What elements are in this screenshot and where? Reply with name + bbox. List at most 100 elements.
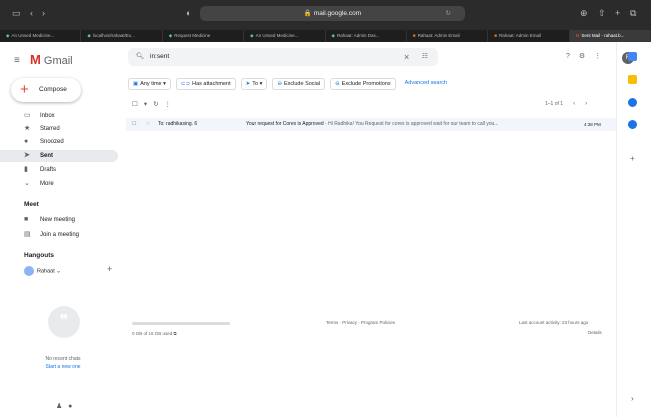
- browser-tab[interactable]: ■ Rahaat: Admin Email: [407, 30, 489, 42]
- add-chat-icon[interactable]: +: [107, 264, 112, 274]
- join-meeting-link[interactable]: ▤ Join a meeting: [0, 229, 118, 241]
- draft-icon: ▮: [24, 166, 28, 173]
- star-icon[interactable]: ☆: [146, 118, 150, 131]
- search-chips: ▣ Any time ▾ ⊂⊃ Has attachment ➤ To ▾ ⊖ Excl…: [128, 78, 456, 92]
- address-bar[interactable]: 🔒 mail.google.com ↻: [200, 6, 465, 21]
- email-subject: Your request for Corex is Approved: [246, 121, 324, 127]
- back-icon[interactable]: ‹: [30, 8, 33, 18]
- keep-app-icon[interactable]: [628, 75, 637, 84]
- favicon-icon: ■: [494, 33, 497, 38]
- next-page-icon[interactable]: ›: [585, 101, 587, 107]
- browser-tab[interactable]: ◆ An Unsed Medicine...: [244, 30, 326, 42]
- share-icon[interactable]: ⇧: [598, 8, 606, 19]
- email-time: 4:38 PM: [584, 122, 601, 127]
- keyboard-icon: ▤: [24, 231, 31, 238]
- start-chat-link[interactable]: Start a new one: [0, 364, 126, 370]
- sidebar-item-inbox[interactable]: ▭ Inbox: [0, 110, 118, 122]
- exclude-promotions-chip[interactable]: ⊖ Exclude Promotions: [330, 78, 396, 90]
- meet-heading: Meet: [24, 201, 39, 208]
- policy-links[interactable]: Terms · Privacy · Program Policies: [326, 320, 395, 325]
- forward-icon[interactable]: ›: [42, 8, 45, 18]
- main-menu-icon[interactable]: ≡: [14, 55, 20, 66]
- select-all-checkbox[interactable]: ☐▾: [132, 101, 153, 108]
- gmail-logo[interactable]: M Gmail: [30, 52, 73, 67]
- plus-icon: +: [20, 81, 29, 98]
- person-icon[interactable]: ♟: [56, 403, 62, 410]
- browser-tab[interactable]: ■ Rahaat: Admin Email: [488, 30, 570, 42]
- compose-button[interactable]: + Compose: [11, 78, 81, 102]
- browser-tab[interactable]: ◆ An Unsed Medicine...: [0, 30, 82, 42]
- favicon-icon: ◆: [87, 33, 91, 38]
- page-range: 1–1 of 1: [545, 101, 564, 107]
- advanced-search-link[interactable]: Advanced search: [401, 78, 452, 90]
- privacy-shield-icon[interactable]: ◐: [186, 8, 191, 18]
- gmail-m-icon: M: [30, 52, 41, 67]
- calendar-icon: ▣: [133, 81, 139, 87]
- star-icon: ★: [24, 125, 31, 132]
- favicon-icon: ■: [412, 33, 416, 38]
- to-chip[interactable]: ➤ To ▾: [240, 78, 268, 90]
- new-meeting-link[interactable]: ■ New meeting: [0, 214, 118, 226]
- storage-usage: 0 GB of 15 GB used ⧉: [132, 331, 177, 336]
- browser-tab[interactable]: ◆ Request Medicine: [163, 30, 245, 42]
- reload-icon[interactable]: ↻: [446, 6, 451, 21]
- settings-gear-icon[interactable]: ⚙: [579, 53, 594, 60]
- email-recipient: To: radhikasing. 6: [158, 121, 198, 127]
- favicon-icon: ◆: [250, 33, 254, 38]
- help-icon[interactable]: ?: [566, 53, 579, 60]
- prev-page-icon[interactable]: ‹: [573, 101, 575, 107]
- sidebar-toggle-icon[interactable]: ▭: [12, 8, 21, 19]
- minus-circle-icon: ⊖: [277, 81, 282, 87]
- chevron-down-icon: ⌄: [24, 180, 30, 187]
- hangouts-user[interactable]: Rahaat ⌄: [24, 266, 61, 276]
- favicon-icon: ◆: [168, 33, 173, 38]
- hangouts-icon[interactable]: ●: [68, 403, 72, 410]
- row-checkbox[interactable]: ☐: [132, 118, 136, 131]
- email-snippet: - Hi Radhika! You Request for corex is a…: [323, 121, 499, 127]
- any-time-chip[interactable]: ▣ Any time ▾: [128, 78, 171, 90]
- chat-bubble-icon: ❞: [48, 306, 80, 338]
- add-addon-icon[interactable]: +: [630, 154, 635, 163]
- sidebar-item-starred[interactable]: ★ Starred: [0, 123, 118, 135]
- send-icon: ➤: [245, 81, 251, 87]
- email-row[interactable]: ☐ ☆ To: radhikasing. 6 Your request for …: [126, 118, 616, 131]
- sidebar-item-snoozed[interactable]: ● Snoozed: [0, 136, 118, 148]
- gmail-app: ≡ M Gmail + Compose ▭ Inbox ★ Starred ● Snoo…: [0, 42, 651, 417]
- external-link-icon[interactable]: ⧉: [174, 331, 177, 336]
- download-icon[interactable]: ⊕: [580, 8, 588, 19]
- url-text: mail.google.com: [313, 10, 362, 17]
- search-options-icon[interactable]: ☷: [422, 48, 428, 66]
- favicon-icon: ◆: [6, 33, 10, 38]
- minus-circle-icon: ⊖: [335, 81, 340, 87]
- contacts-app-icon[interactable]: [628, 120, 637, 129]
- video-camera-icon: ■: [24, 216, 29, 223]
- hangouts-footer: ♟ ●: [56, 402, 72, 410]
- sidebar-item-sent[interactable]: ➤ Sent: [0, 150, 118, 162]
- search-input[interactable]: 🔍︎ in:sent × ☷: [128, 48, 438, 66]
- sidebar-item-drafts[interactable]: ▮ Drafts: [0, 164, 118, 176]
- apps-grid-icon[interactable]: ⋮: [594, 53, 610, 60]
- clock-icon: ●: [24, 138, 29, 145]
- browser-tab-active[interactable]: M Sent Mail - rahaat.b...: [569, 30, 651, 42]
- exclude-social-chip[interactable]: ⊖ Exclude Social: [272, 78, 326, 90]
- tasks-app-icon[interactable]: [628, 98, 637, 107]
- clear-search-icon[interactable]: ×: [404, 48, 409, 66]
- tab-overview-icon[interactable]: ⧉: [630, 8, 636, 19]
- last-activity: Last account activity: 23 hours ago: [519, 320, 589, 325]
- expand-panel-icon[interactable]: ›: [631, 394, 634, 403]
- gmail-favicon-icon: M: [575, 33, 580, 38]
- more-options-icon[interactable]: ⋮: [165, 101, 178, 108]
- calendar-app-icon[interactable]: [628, 52, 637, 61]
- search-icon: 🔍︎: [136, 53, 145, 60]
- attachment-icon: ⊂⊃: [180, 81, 191, 87]
- browser-tab[interactable]: ◆ localhost/rahaat/Ex...: [81, 30, 163, 42]
- refresh-icon[interactable]: ↻: [153, 101, 164, 108]
- inbox-icon: ▭: [24, 112, 31, 119]
- browser-toolbar: ▭ ‹ › ◐ 🔒 mail.google.com ↻ ⊕ ⇧ + ⧉: [0, 0, 651, 30]
- has-attachment-chip[interactable]: ⊂⊃ Has attachment: [175, 78, 236, 90]
- list-toolbar: ☐▾↻⋮: [132, 100, 177, 108]
- new-tab-icon[interactable]: +: [615, 8, 620, 18]
- browser-tab[interactable]: ◆ Rahaat: Admin Das...: [326, 30, 407, 42]
- details-link[interactable]: Details: [588, 330, 602, 335]
- sidebar-item-more[interactable]: ⌄ More: [0, 178, 118, 190]
